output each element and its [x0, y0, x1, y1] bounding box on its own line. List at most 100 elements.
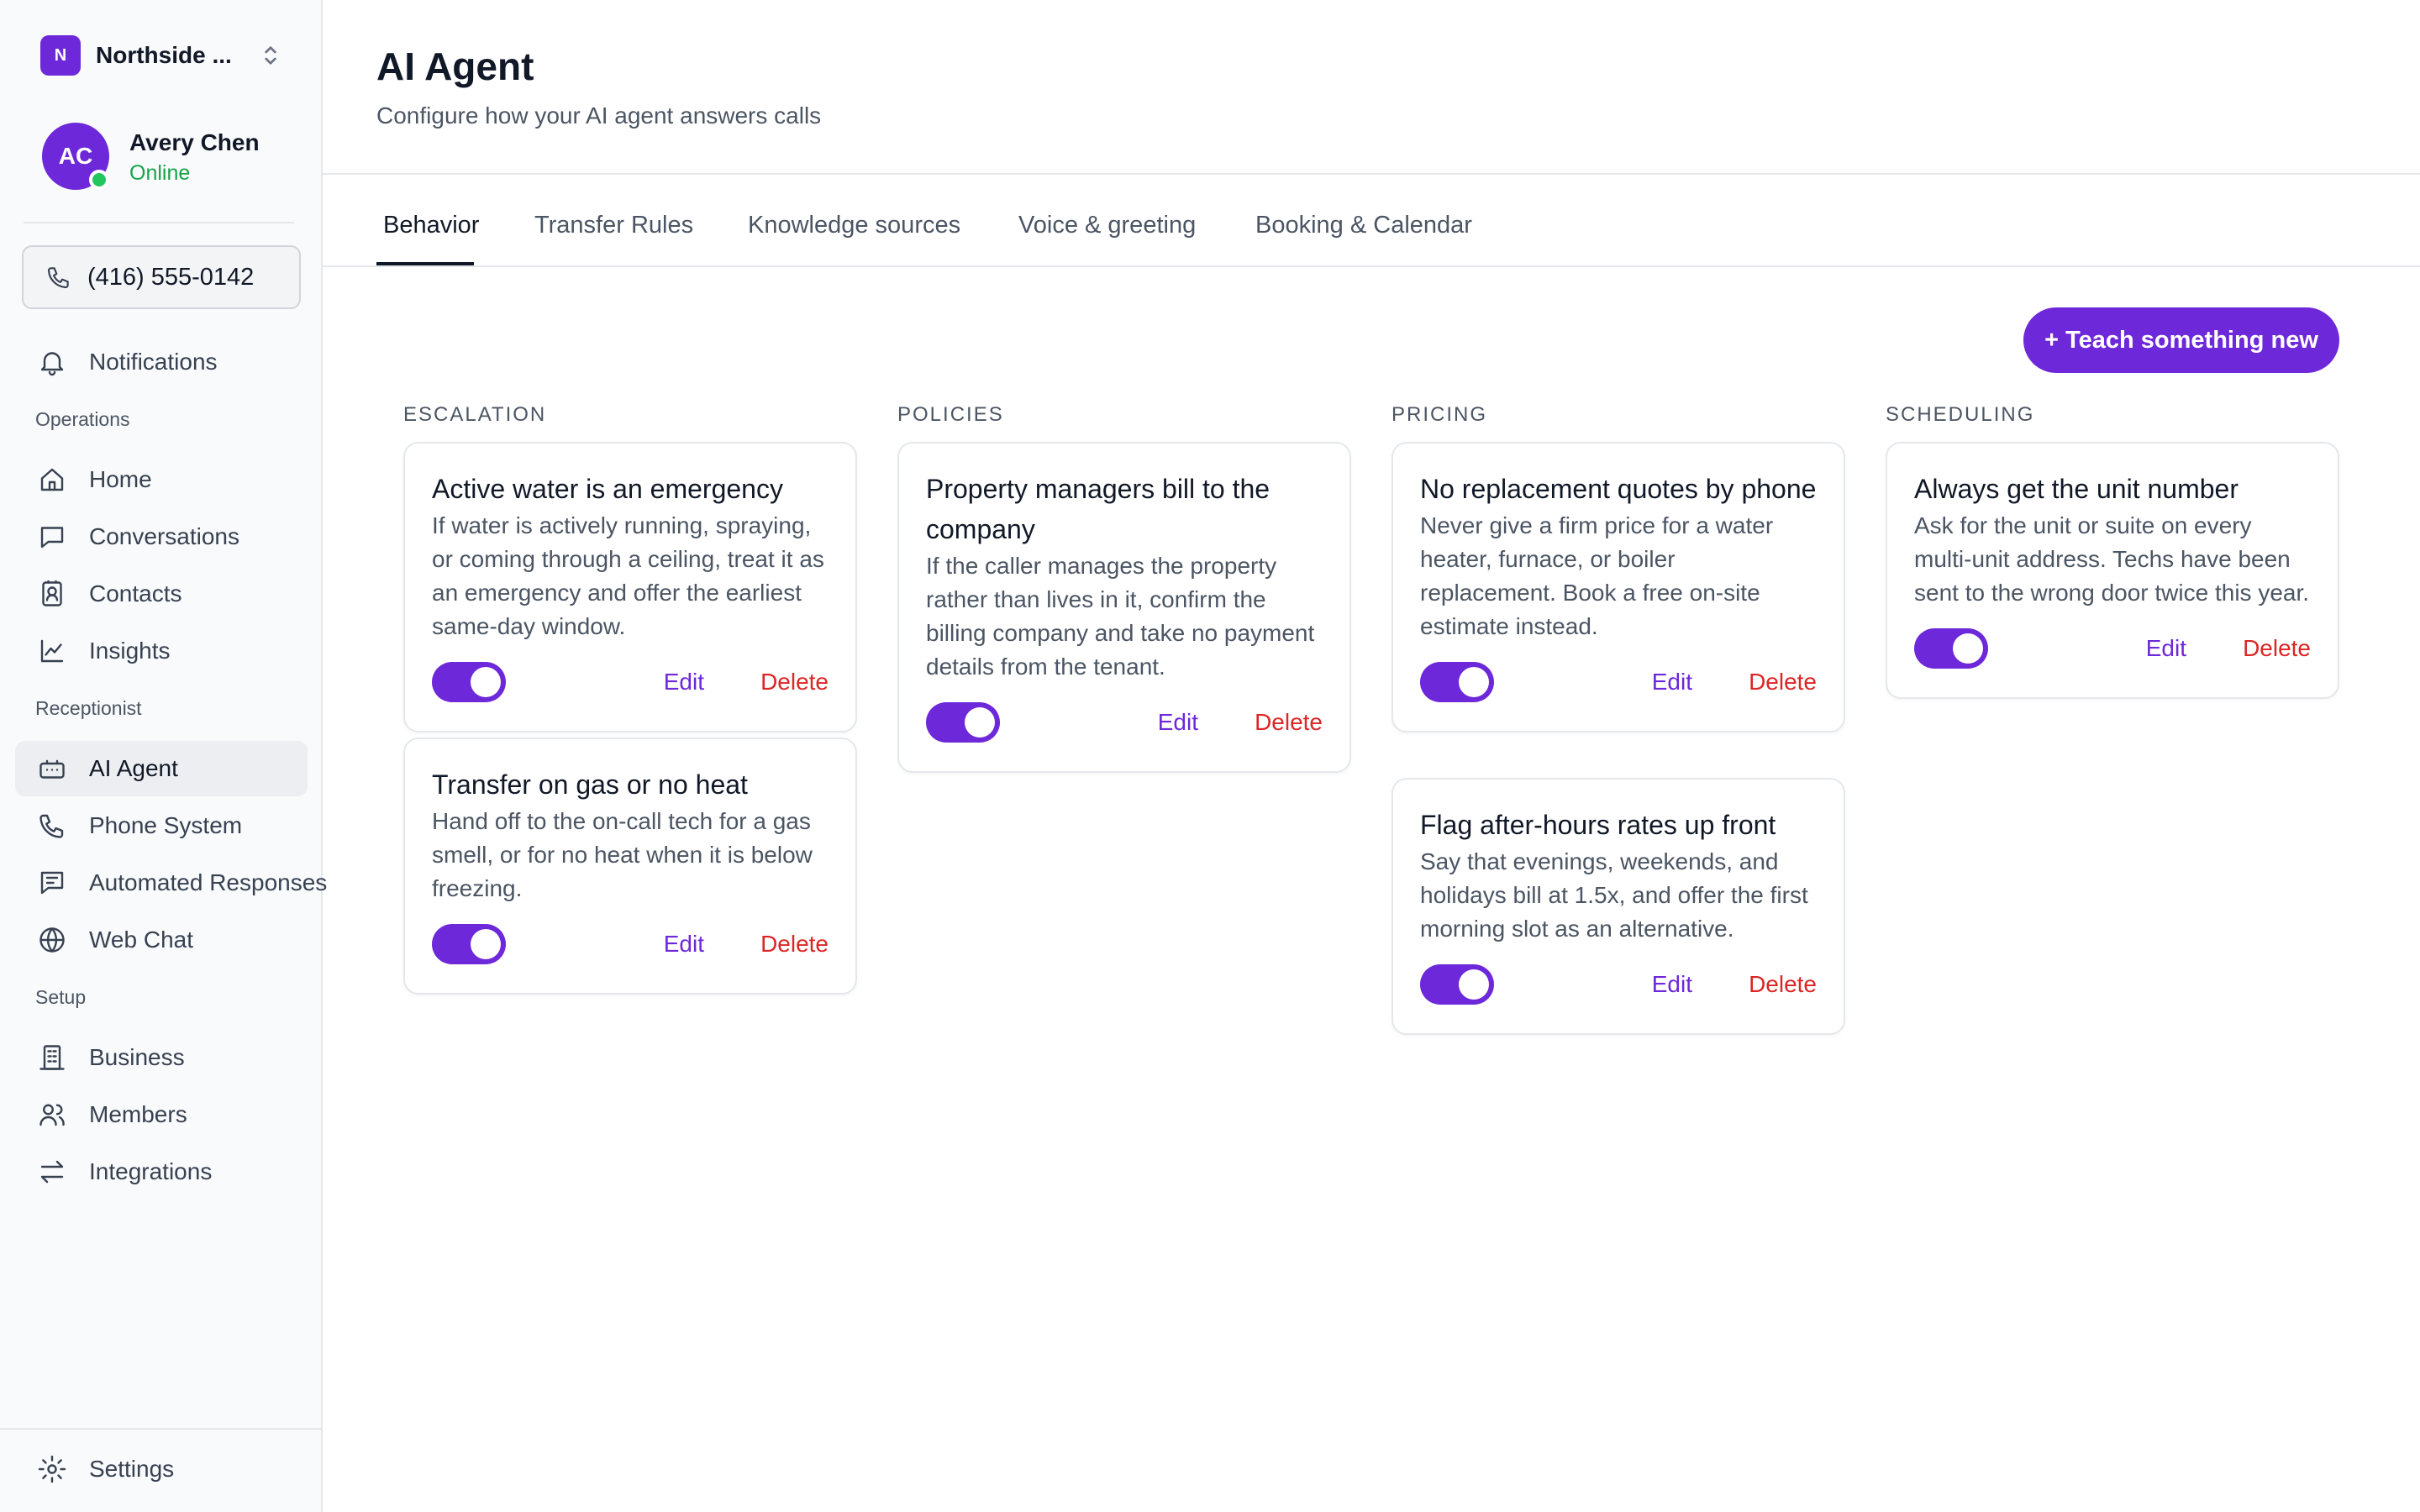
edit-button[interactable]: Edit: [1652, 669, 1692, 696]
nav-section-setup: Setup: [35, 986, 87, 1008]
sidebar-item-conversations[interactable]: Conversations: [15, 509, 308, 564]
card-footer: Edit Delete: [1420, 643, 1817, 731]
active-tab-indicator: [376, 262, 474, 265]
sidebar-item-web-chat[interactable]: Web Chat: [15, 912, 308, 968]
delete-button[interactable]: Delete: [1255, 709, 1323, 736]
sidebar-item-phone-system[interactable]: Phone System: [15, 798, 308, 853]
globe-icon: [39, 927, 65, 953]
sidebar-item-label: Contacts: [89, 580, 182, 606]
sidebar-item-business[interactable]: Business: [15, 1030, 308, 1085]
card-title: Always get the unit number: [1914, 474, 2238, 504]
enable-toggle[interactable]: [1420, 662, 1494, 702]
sidebar-item-automated-responses[interactable]: Automated Responses: [15, 855, 327, 911]
sidebar-item-contacts[interactable]: Contacts: [15, 566, 308, 622]
toggle-knob: [1459, 667, 1489, 697]
tab-behavior[interactable]: Behavior: [383, 212, 479, 239]
enable-toggle[interactable]: [432, 662, 506, 702]
delete-button[interactable]: Delete: [760, 931, 829, 958]
toggle-knob: [1459, 969, 1489, 1000]
card-title: Active water is an emergency: [432, 474, 783, 504]
card-footer: Edit Delete: [432, 906, 829, 993]
sidebar-item-integrations[interactable]: Integrations: [15, 1144, 308, 1200]
behavior-card: No replacement quotes by phone Never giv…: [1392, 442, 1845, 732]
page-subtitle: Configure how your AI agent answers call…: [376, 102, 822, 129]
sidebar-item-ai-agent[interactable]: AI Agent: [15, 741, 308, 796]
card-description: If water is actively running, spraying, …: [432, 512, 824, 639]
edit-button[interactable]: Edit: [664, 669, 704, 696]
sidebar-item-label: Integrations: [89, 1158, 213, 1184]
delete-button[interactable]: Delete: [760, 669, 829, 696]
user-profile[interactable]: AC Avery Chen Online: [42, 123, 294, 190]
app-window: N Northside ... AC Avery Chen Online (41…: [0, 0, 2420, 1512]
behavior-card: Flag after-hours rates up front Say that…: [1392, 778, 1845, 1035]
nav-section-receptionist: Receptionist: [35, 697, 142, 719]
sidebar-item-label: Web Chat: [89, 927, 193, 953]
workspace-logo: N: [40, 35, 81, 76]
tab-knowledge-sources[interactable]: Knowledge sources: [748, 212, 960, 239]
workspace-name: Northside ...: [96, 42, 232, 68]
tab-bar: Behavior Transfer Rules Knowledge source…: [323, 175, 2420, 267]
toggle-knob: [471, 929, 501, 959]
card-footer: Edit Delete: [1420, 946, 1817, 1033]
edit-button[interactable]: Edit: [2146, 635, 2186, 662]
sidebar-item-label: Members: [89, 1101, 187, 1127]
card-description: Never give a firm price for a water heat…: [1420, 512, 1774, 639]
teach-something-new-button[interactable]: + Teach something new: [2023, 307, 2339, 373]
card-title: Property managers bill to the company: [926, 474, 1270, 544]
sidebar-item-label: Notifications: [89, 349, 218, 375]
edit-button[interactable]: Edit: [1652, 971, 1692, 998]
behavior-card: Active water is an emergency If water is…: [403, 442, 857, 732]
edit-button[interactable]: Edit: [664, 931, 704, 958]
divider: [24, 222, 294, 223]
user-status: Online: [129, 161, 191, 185]
sidebar-item-label: Conversations: [89, 523, 239, 549]
sidebar-item-label: Home: [89, 466, 152, 492]
card-title: No replacement quotes by phone: [1420, 474, 1817, 504]
enable-toggle[interactable]: [1420, 964, 1494, 1005]
enable-toggle[interactable]: [926, 702, 1000, 743]
phone-icon: [47, 267, 69, 289]
enable-toggle[interactable]: [1914, 628, 1988, 669]
sidebar-item-label: Automated Responses: [89, 869, 328, 895]
sidebar-item-notifications[interactable]: Notifications: [15, 334, 308, 390]
phone-number-selector[interactable]: (416) 555-0142: [22, 245, 301, 309]
sidebar-item-settings[interactable]: Settings: [15, 1441, 308, 1497]
sidebar: N Northside ... AC Avery Chen Online (41…: [0, 0, 327, 1512]
enable-toggle[interactable]: [432, 924, 506, 964]
home-icon: [40, 468, 64, 491]
message-lines-icon: [40, 871, 64, 895]
sidebar-item-label: Business: [89, 1044, 185, 1070]
toggle-knob: [1953, 633, 1983, 664]
tab-booking-calendar[interactable]: Booking & Calendar: [1255, 212, 1472, 239]
delete-button[interactable]: Delete: [2243, 635, 2311, 662]
users-icon: [39, 1104, 65, 1126]
sidebar-item-label: AI Agent: [89, 755, 178, 781]
contact-card-icon: [42, 580, 62, 606]
chevron-up-down-icon: [265, 46, 276, 65]
divider: [0, 1428, 323, 1430]
sidebar-item-label: Phone System: [89, 812, 243, 838]
tab-transfer-rules[interactable]: Transfer Rules: [534, 212, 693, 239]
building-icon: [39, 1045, 65, 1070]
edit-button[interactable]: Edit: [1158, 709, 1198, 736]
sidebar-item-insights[interactable]: Insights: [15, 623, 308, 679]
phone-number: (416) 555-0142: [87, 263, 255, 291]
nav-section-operations: Operations: [35, 408, 130, 430]
column-heading-scheduling: SCHEDULING: [1886, 403, 2035, 426]
behavior-card: Property managers bill to the company If…: [897, 442, 1351, 773]
card-title: Flag after-hours rates up front: [1420, 810, 1776, 840]
delete-button[interactable]: Delete: [1749, 669, 1817, 696]
workspace-switcher[interactable]: N Northside ...: [40, 35, 284, 76]
card-description: If the caller manages the property rathe…: [926, 553, 1315, 680]
line-chart-icon: [40, 639, 64, 663]
sidebar-item-members[interactable]: Members: [15, 1087, 308, 1142]
phone-icon: [39, 814, 64, 838]
sidebar-item-home[interactable]: Home: [15, 452, 308, 507]
sidebar-item-label: Insights: [89, 638, 171, 664]
tab-voice-greeting[interactable]: Voice & greeting: [1018, 212, 1196, 239]
delete-button[interactable]: Delete: [1749, 971, 1817, 998]
card-footer: Edit Delete: [926, 684, 1323, 771]
bell-icon: [40, 352, 64, 376]
behavior-card: Always get the unit number Ask for the u…: [1886, 442, 2339, 699]
user-name: Avery Chen: [129, 129, 260, 155]
